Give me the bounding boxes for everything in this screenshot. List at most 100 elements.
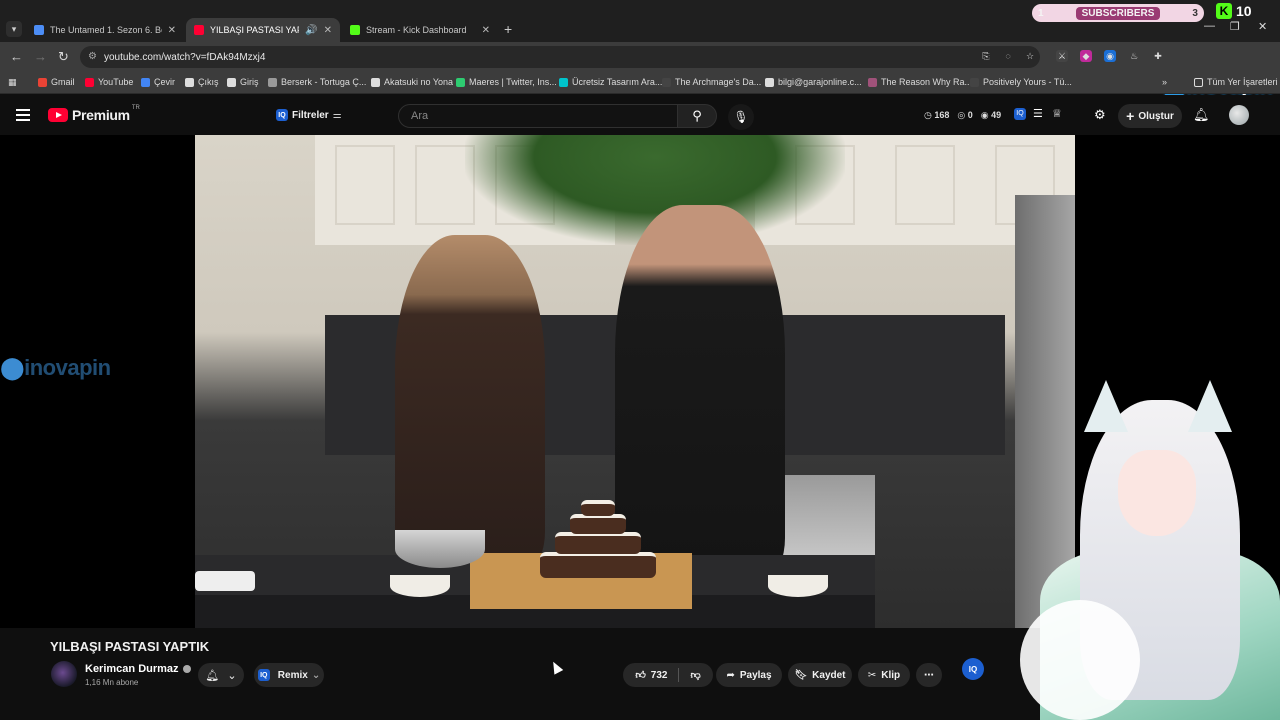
minimize-icon[interactable]: — [1204, 20, 1215, 32]
stat-zero: ◎ 0 [957, 110, 973, 120]
chevron-down-icon: ⌄ [227, 669, 237, 682]
share-button[interactable]: ➦ Paylaş [716, 663, 782, 687]
reload-icon[interactable]: ↻ [58, 49, 69, 65]
canva-icon [559, 77, 568, 87]
bookmark-youtube[interactable]: YouTube [85, 77, 133, 87]
mixing-bowl [395, 530, 485, 568]
filters-button[interactable]: IQ Filtreler ⚌ [276, 109, 342, 121]
tab-the-untamed[interactable]: The Untamed 1. Sezon 6. Bölüm ✕ [26, 18, 184, 42]
kick-count: 10 [1236, 3, 1252, 19]
globe-icon [765, 77, 774, 87]
forward-icon[interactable]: → [34, 49, 47, 64]
bookmark-icon [662, 77, 671, 87]
vtuber-avatar-overlay [1020, 380, 1280, 720]
tab-search-icon[interactable]: ▾ [6, 21, 22, 37]
new-tab-button[interactable]: + [504, 21, 512, 37]
youtube-premium-logo[interactable]: Premium TR [48, 105, 140, 123]
like-button[interactable]: 👍︎ [635, 669, 645, 681]
iq-button[interactable]: IQ [962, 658, 984, 680]
more-actions-button[interactable]: ⋯ [916, 663, 942, 687]
bell-icon: 🔔︎ [205, 669, 220, 682]
like-count: 732 [650, 669, 668, 681]
apps-grid-icon[interactable]: ▦ [8, 77, 17, 88]
bookmark-gmail[interactable]: Gmail [38, 77, 75, 87]
bookmark-cikis[interactable]: Çıkış [185, 77, 219, 87]
extension-icon[interactable]: ◆ [1080, 50, 1092, 62]
bookmark-icon [268, 77, 277, 87]
bookmark-cevir[interactable]: Çevir [141, 77, 175, 87]
back-icon[interactable]: ← [10, 49, 23, 64]
extension-icon[interactable]: ⚔ [1056, 50, 1068, 62]
bookmarks-bar: ▦ Gmail YouTube Çevir Çıkış Giriş Berser… [0, 72, 1280, 94]
close-icon[interactable]: ✕ [168, 25, 176, 36]
iq-icon: IQ [276, 109, 288, 121]
bookmark-positively[interactable]: Positively Yours - Tü... [970, 77, 1072, 87]
microphone-icon: 🎙 [733, 110, 749, 124]
mouse-cursor-icon [548, 659, 564, 675]
gear-icon[interactable]: ⚙ [1094, 107, 1106, 123]
bookmark-archmage[interactable]: The Archmage's Da... [662, 77, 761, 87]
folder-icon [1194, 77, 1203, 87]
bookmark-icon [227, 77, 236, 87]
small-bowl [768, 575, 828, 597]
inovapin-watermark: ⬤inovapin [0, 355, 111, 380]
tab-title: YILBAŞI PASTASI YAPTIK - Yo [210, 25, 299, 35]
bookmark-bilgi[interactable]: bilgi@garajonline.c... [765, 77, 862, 87]
search-button[interactable]: ⚲ [677, 104, 717, 128]
bookmark-canva[interactable]: Ücretsiz Tasarım Ara... [559, 77, 662, 87]
puzzle-icon[interactable]: ✚ [1152, 50, 1164, 62]
verified-icon [182, 665, 191, 673]
install-icon[interactable]: ⎘ [980, 50, 992, 62]
bookmark-berserk[interactable]: Berserk - Tortuga Ç... [268, 77, 366, 87]
trophy-icon[interactable]: ♕ [1052, 107, 1062, 120]
save-button[interactable]: 🔖︎ Kaydet [788, 663, 852, 687]
bookmark-giris[interactable]: Giriş [227, 77, 259, 87]
tab-youtube-video[interactable]: YILBAŞI PASTASI YAPTIK - Yo 🔊 ✕ [186, 18, 340, 42]
remix-button[interactable]: IQ Remix ⌄ [254, 663, 324, 687]
voice-search-button[interactable]: 🎙 [728, 104, 754, 130]
kick-favicon-icon [350, 25, 360, 35]
audio-icon[interactable]: 🔊 [305, 25, 317, 36]
extension-icon[interactable]: ♨ [1128, 50, 1140, 62]
notifications-icon[interactable]: 🔔︎ [1193, 107, 1210, 123]
channel-avatar[interactable] [51, 661, 77, 687]
clip-button[interactable]: ✂ Klip [858, 663, 910, 687]
site-info-icon[interactable]: ⚙ [88, 51, 97, 62]
stat-views: ◷ 168 [924, 110, 950, 120]
bookmark-star-icon[interactable]: ☆ [1024, 50, 1036, 62]
list-icon[interactable]: ☰ [1033, 107, 1043, 120]
iq-icon[interactable]: IQ [1014, 107, 1030, 120]
avatar[interactable] [1229, 105, 1249, 125]
small-bowl [390, 575, 450, 597]
create-button[interactable]: + Oluştur [1118, 104, 1182, 128]
menu-icon[interactable] [16, 109, 30, 121]
url-field[interactable]: ⚙ youtube.com/watch?v=fDAk94Mzxj4 [80, 46, 1040, 68]
bookmark-reason[interactable]: The Reason Why Ra... [868, 77, 972, 87]
window-close-icon[interactable]: ✕ [1258, 20, 1267, 33]
search-icon: ⚲ [692, 108, 702, 123]
youtube-header: Premium TR IQ Filtreler ⚌ Ara ⚲ 🎙 ◷ 168 … [0, 95, 1280, 135]
youtube-favicon-icon [194, 25, 204, 35]
close-icon[interactable]: ✕ [324, 25, 332, 36]
kick-logo-icon: K [1216, 3, 1232, 19]
tab-favicon-icon [34, 25, 44, 35]
all-bookmarks[interactable]: Tüm Yer İşaretleri [1194, 77, 1278, 87]
more-bookmarks-icon[interactable]: » [1162, 77, 1167, 87]
tab-title: Stream - Kick Dashboard [366, 25, 467, 35]
kick-counter-overlay: K 10 [1216, 1, 1252, 21]
video-frame[interactable] [195, 135, 1075, 628]
subscribers-right-count: 3 [1192, 7, 1198, 19]
tab-kick-dashboard[interactable]: Stream - Kick Dashboard ✕ [342, 18, 498, 42]
channel-name[interactable]: Kerimcan Durmaz [85, 663, 191, 675]
notification-bell-button[interactable]: 🔔︎ ⌄ [198, 663, 244, 687]
extension-icon[interactable]: ◉ [1104, 50, 1116, 62]
maximize-icon[interactable]: ❐ [1230, 20, 1240, 33]
scissors-icon: ✂ [867, 669, 877, 681]
close-icon[interactable]: ✕ [482, 25, 490, 36]
bookmark-maeres[interactable]: Maeres | Twitter, Ins... [456, 77, 557, 87]
eye-off-icon[interactable]: ◌ [1002, 50, 1014, 62]
search-input[interactable]: Ara [398, 104, 678, 128]
bookmark-akatsuki[interactable]: Akatsuki no Yona [371, 77, 453, 87]
dislike-icon[interactable]: 👎︎ [690, 669, 700, 681]
more-icon: ⋯ [924, 669, 934, 681]
